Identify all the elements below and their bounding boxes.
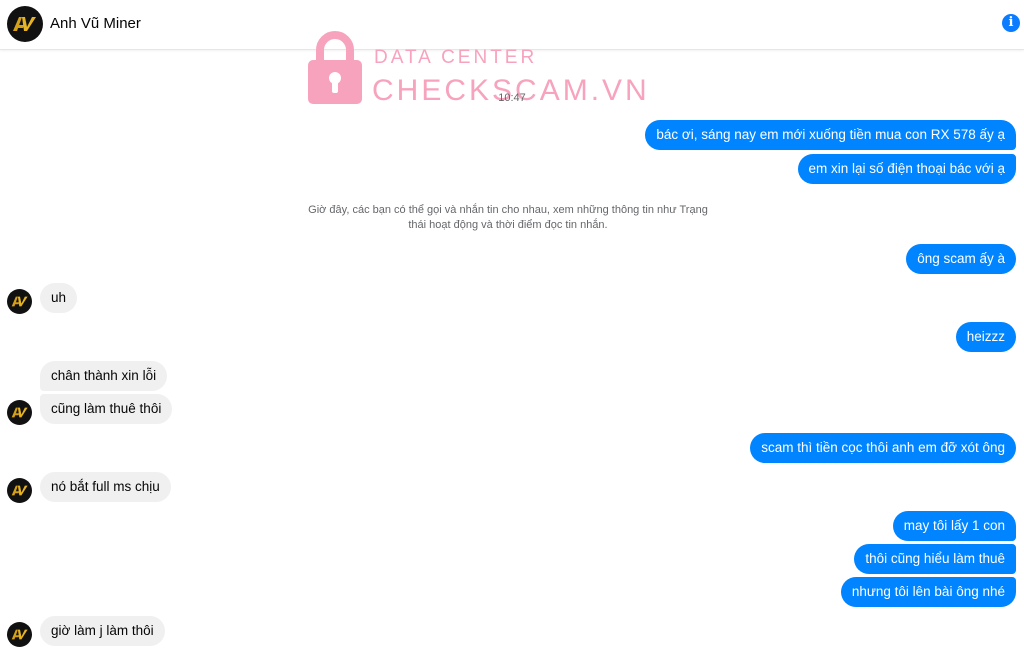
- system-notice: Giờ đây, các bạn có thể gọi và nhắn tin …: [308, 204, 708, 231]
- av-logo-icon: [11, 485, 28, 496]
- outgoing-message[interactable]: heizzz: [955, 322, 1016, 352]
- outgoing-message[interactable]: ông scam ấy à: [906, 244, 1016, 274]
- contact-message-avatar: [7, 289, 32, 314]
- contact-avatar[interactable]: [7, 6, 43, 42]
- watermark-top-text: DATA CENTER: [374, 47, 538, 68]
- av-logo-icon: [11, 407, 28, 418]
- incoming-message[interactable]: uh: [40, 283, 78, 313]
- incoming-message[interactable]: nó bắt full ms chịu: [40, 472, 171, 502]
- outgoing-message[interactable]: bác ơi, sáng nay em mới xuống tiền mua c…: [645, 120, 1016, 150]
- chat-header: Anh Vũ Miner i: [0, 0, 1024, 50]
- incoming-message[interactable]: cũng làm thuê thôi: [40, 394, 173, 424]
- av-logo-icon: [11, 296, 28, 307]
- contact-message-avatar: [7, 400, 32, 425]
- outgoing-message[interactable]: nhưng tôi lên bài ông nhé: [840, 577, 1016, 607]
- info-icon[interactable]: i: [1002, 14, 1020, 32]
- contact-name[interactable]: Anh Vũ Miner: [50, 15, 141, 32]
- av-logo-icon: [13, 17, 36, 31]
- message-timestamp: 10:47: [498, 92, 526, 104]
- av-logo-icon: [11, 629, 28, 640]
- outgoing-message[interactable]: scam thì tiền cọc thôi anh em đỡ xót ông: [750, 433, 1016, 463]
- incoming-message[interactable]: giờ làm j làm thôi: [40, 616, 165, 646]
- incoming-message[interactable]: chân thành xin lỗi: [40, 361, 168, 391]
- contact-message-avatar: [7, 622, 32, 647]
- contact-message-avatar: [7, 478, 32, 503]
- outgoing-message[interactable]: may tôi lấy 1 con: [892, 511, 1016, 541]
- outgoing-message[interactable]: thôi cũng hiểu làm thuê: [854, 544, 1016, 574]
- outgoing-message[interactable]: em xin lại số điện thoại bác với ạ: [797, 154, 1016, 184]
